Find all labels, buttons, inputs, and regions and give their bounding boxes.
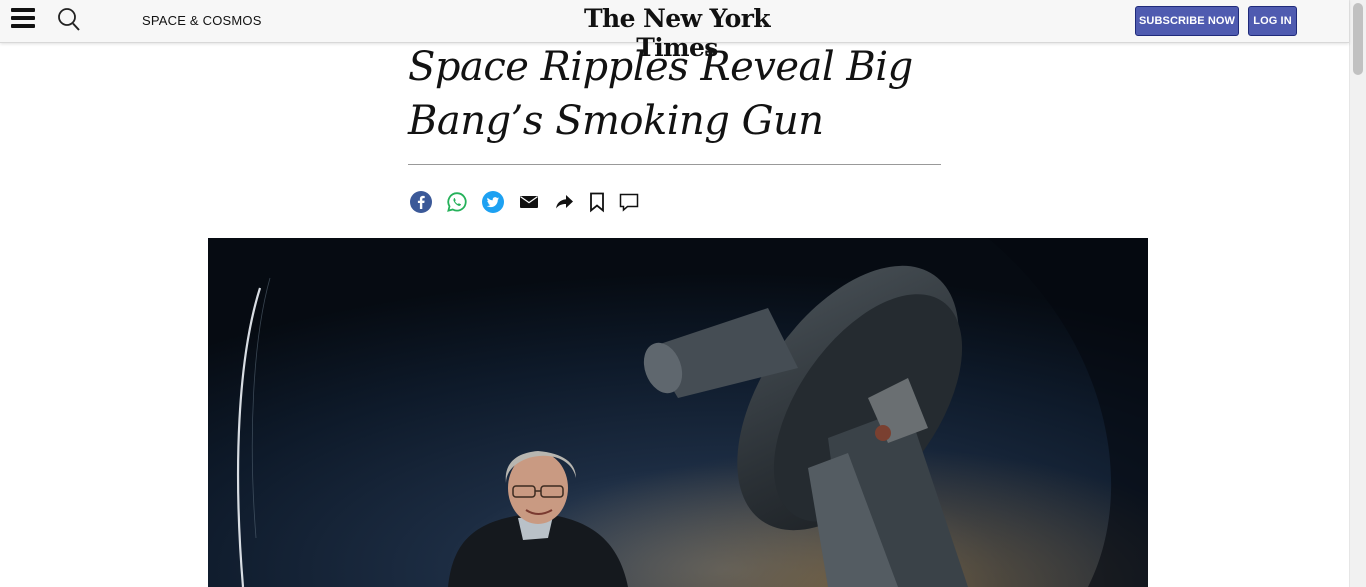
telescope-photo [208, 238, 1148, 587]
scrollbar-thumb[interactable] [1353, 3, 1363, 75]
facebook-icon[interactable] [409, 190, 433, 214]
login-button[interactable]: LOG IN [1248, 6, 1297, 36]
bookmark-icon[interactable] [585, 190, 609, 214]
email-icon[interactable] [517, 190, 541, 214]
section-link-space-cosmos[interactable]: SPACE & COSMOS [142, 13, 262, 28]
page-scrollbar[interactable] [1349, 0, 1366, 587]
twitter-icon[interactable] [481, 190, 505, 214]
whatsapp-icon[interactable] [445, 190, 469, 214]
comment-icon[interactable] [617, 190, 641, 214]
subscribe-button[interactable]: SUBSCRIBE NOW [1135, 6, 1239, 36]
headline-divider [408, 164, 941, 165]
nyt-logo[interactable]: The New York Times [572, 4, 782, 62]
hamburger-menu-icon[interactable] [11, 8, 35, 30]
hero-image [208, 238, 1148, 587]
share-icon[interactable] [552, 190, 576, 214]
top-navigation-bar: SPACE & COSMOS The New York Times SUBSCR… [0, 0, 1349, 62]
search-icon[interactable] [57, 7, 81, 33]
